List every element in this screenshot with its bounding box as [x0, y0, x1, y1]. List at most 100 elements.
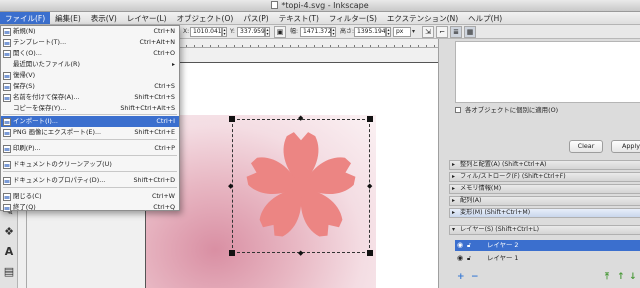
gradient-tool-icon[interactable]: ▤ [2, 265, 16, 279]
file-menu-item[interactable]: 名前を付けて保存(A)... Shift+Ctrl+S [1, 92, 179, 103]
x-label: X: [183, 28, 190, 35]
dialog-content-area [455, 41, 640, 103]
lock-icon[interactable]: 🔓︎ [467, 240, 471, 251]
menu-item-shortcut: Ctrl+O [153, 49, 175, 57]
dock-align-distribute[interactable]: ▸ 整列と配置(A) (Shift+Ctrl+A) [449, 160, 640, 170]
menu-edit[interactable]: 編集(E) [50, 12, 86, 24]
selection-box [232, 119, 370, 253]
resize-handle-ne[interactable] [367, 116, 373, 122]
menu-view[interactable]: 表示(V) [86, 12, 122, 24]
resize-handle-s[interactable]: ◆ [298, 250, 303, 257]
remove-layer-icon[interactable]: − [471, 272, 479, 282]
unit-dropdown-icon[interactable]: ▾ [412, 27, 415, 37]
right-dock-panel: 各オブジェクトに個別に適用(O) Clear Apply ▸ 整列と配置(A) (… [438, 39, 640, 288]
file-menu-dropdown: 新規(N) Ctrl+N テンプレート(T)... Ctrl+Alt+N 開く(O)..… [0, 25, 180, 213]
dock-transform[interactable]: ▸ 変形(M) (Shift+Ctrl+M) [449, 208, 640, 218]
file-menu-item[interactable]: テンプレート(T)... Ctrl+Alt+N [1, 37, 179, 48]
menu-item-label: 印刷(P)... [13, 144, 41, 152]
print-icon [3, 145, 11, 153]
save-as-icon [3, 94, 11, 102]
window-title: *topi-4.svg - Inkscape [281, 1, 369, 10]
file-menu-item[interactable]: インポート(I)... Ctrl+I [1, 116, 179, 127]
file-menu-item[interactable]: ドキュメントのクリーンアップ(U) [1, 159, 179, 170]
height-label: 高さ: [340, 28, 355, 35]
transform-gradients-icon[interactable]: ≣ [450, 26, 462, 38]
file-menu-item[interactable]: コピーを保存(Y)... Shift+Ctrl+Alt+S [1, 103, 179, 114]
file-menu-item[interactable]: PNG 画像にエクスポート(E)... Shift+Ctrl+E [1, 127, 179, 138]
checkbox-icon[interactable] [455, 107, 461, 113]
file-menu-item[interactable]: 終了(Q) Ctrl+Q [1, 202, 179, 213]
resize-handle-sw[interactable] [229, 250, 235, 256]
file-menu-item[interactable]: 閉じる(C) Ctrl+W [1, 191, 179, 202]
resize-handle-nw[interactable] [229, 116, 235, 122]
dock-memory[interactable]: ▸ メモリ情報(M) [449, 184, 640, 194]
menu-item-label: テンプレート(T)... [13, 38, 67, 46]
title-bar: *topi-4.svg - Inkscape [0, 0, 640, 12]
menu-file[interactable]: ファイル(F) [0, 12, 51, 24]
dock-layers[interactable]: ▾ レイヤー(S) (Shift+Ctrl+L) [449, 225, 640, 235]
menu-item-label: PNG 画像にエクスポート(E)... [13, 128, 102, 136]
scale-corners-icon[interactable]: ⌐ [436, 26, 448, 38]
menu-text[interactable]: テキスト(T) [274, 12, 324, 24]
lock-icon[interactable]: 🔓︎ [467, 253, 471, 264]
menu-path[interactable]: パス(P) [238, 12, 273, 24]
menu-separator [3, 114, 177, 115]
file-menu-item[interactable]: 印刷(P)... Ctrl+P [1, 143, 179, 154]
y-spinner[interactable]: ▴ ▾ [265, 27, 270, 37]
menu-item-shortcut: Ctrl+N [153, 27, 175, 35]
visibility-eye-icon[interactable]: ◉ [457, 253, 463, 264]
submenu-arrow-icon: ▸ [171, 61, 175, 68]
export-png-icon [3, 129, 11, 137]
raise-layer-icon[interactable]: ↑ [617, 272, 625, 282]
clear-button[interactable]: Clear [569, 140, 603, 153]
lock-ratio-icon[interactable]: ▣ [274, 26, 286, 38]
resize-handle-n[interactable]: ◆ [298, 115, 303, 122]
file-menu-item[interactable]: 保存(S) Ctrl+S [1, 81, 179, 92]
menu-item-label: 新規(N) [13, 27, 36, 35]
height-field[interactable]: 1395.194 [354, 27, 386, 37]
menu-help[interactable]: ヘルプ(H) [463, 12, 507, 24]
apply-each-checkbox[interactable]: 各オブジェクトに個別に適用(O) [455, 105, 558, 115]
apply-button[interactable]: Apply [611, 140, 640, 153]
height-spinner[interactable]: ▴ ▾ [386, 27, 391, 37]
raise-layer-top-icon[interactable]: ⤒ [605, 272, 609, 282]
dock-arrange[interactable]: ▸ 配列(A) [449, 196, 640, 206]
width-spinner[interactable]: ▴ ▾ [331, 27, 336, 37]
file-menu-item[interactable]: 新規(N) Ctrl+N [1, 26, 179, 37]
menu-filters[interactable]: フィルター(S) [324, 12, 382, 24]
cleanup-icon [3, 161, 11, 169]
menu-object[interactable]: オブジェクト(O) [172, 12, 239, 24]
resize-handle-e[interactable]: ◆ [367, 183, 372, 190]
scale-stroke-icon[interactable]: ⇲ [422, 26, 434, 38]
menu-item-shortcut: Shift+Ctrl+Alt+S [120, 104, 175, 112]
menu-extensions[interactable]: エクステンション(N) [382, 12, 463, 24]
dock-fill-stroke[interactable]: ▸ フィル/ストローク(F) (Shift+Ctrl+F) [449, 172, 640, 182]
layer-row-2[interactable]: ◉ 🔓︎ レイヤー 2 [455, 240, 640, 251]
x-field[interactable]: 1010.041 [190, 27, 222, 37]
transform-patterns-icon[interactable]: ▦ [464, 26, 476, 38]
file-menu-item[interactable]: 開く(O)... Ctrl+O [1, 48, 179, 59]
y-label: Y: [230, 28, 235, 35]
menu-item-shortcut: Shift+Ctrl+E [134, 128, 175, 136]
menu-item-label: 最近開いたファイル(R) [13, 60, 80, 68]
file-menu-item[interactable]: ドキュメントのプロパティ(D)... Shift+Ctrl+D [1, 175, 179, 186]
visibility-eye-icon[interactable]: ◉ [457, 240, 463, 251]
revert-icon [3, 72, 11, 80]
resize-handle-se[interactable] [367, 250, 373, 256]
menu-item-shortcut: Shift+Ctrl+S [134, 93, 175, 101]
spray-tool-icon[interactable]: ❖ [2, 225, 16, 239]
x-spinner[interactable]: ▴ ▾ [222, 27, 227, 37]
add-layer-icon[interactable]: + [457, 272, 465, 282]
close-icon [3, 193, 11, 201]
file-menu-item[interactable]: 復帰(V) [1, 70, 179, 81]
width-field[interactable]: 1471.372 [300, 27, 332, 37]
unit-select[interactable]: px [393, 27, 411, 37]
lower-layer-icon[interactable]: ↓ [629, 272, 637, 282]
y-field[interactable]: 337.959 [237, 27, 265, 37]
menu-item-label: インポート(I)... [13, 117, 58, 125]
resize-handle-w[interactable]: ◆ [228, 183, 233, 190]
text-tool-icon[interactable]: A [2, 245, 16, 259]
layer-row-1[interactable]: ◉ 🔓︎ レイヤー 1 [455, 253, 640, 264]
menu-layer[interactable]: レイヤー(L) [122, 12, 172, 24]
file-menu-item[interactable]: 最近開いたファイル(R) ▸ [1, 59, 179, 70]
